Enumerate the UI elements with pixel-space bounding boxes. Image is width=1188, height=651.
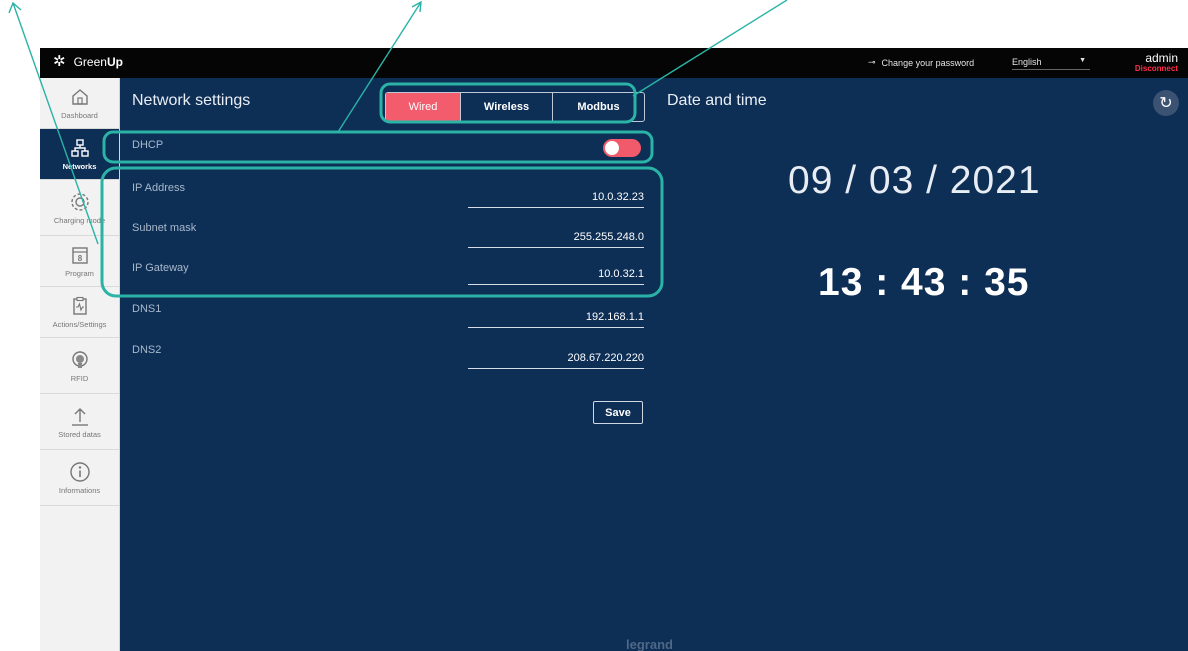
gear-logo-icon: ✲ [53,53,66,70]
disconnect-link[interactable]: Disconnect [1135,64,1178,74]
change-password-link[interactable]: ⊸ Change your password [868,57,974,68]
app-name: GreenUp [74,55,123,69]
info-icon [69,461,91,483]
sidebar-item-stored-datas[interactable]: Stored datas [40,394,119,450]
tab-modbus[interactable]: Modbus [552,93,644,121]
sidebar-item-informations[interactable]: Informations [40,450,119,506]
sidebar-item-actions-settings[interactable]: Actions/Settings [40,287,119,338]
ip-address-label: IP Address [132,182,185,194]
sidebar-item-label: Program [65,269,94,278]
dhcp-toggle[interactable] [603,139,641,157]
brand: ✲ GreenUp [53,54,123,69]
tab-wireless[interactable]: Wireless [460,93,552,121]
dns2-label: DNS2 [132,344,162,356]
key-icon: ⊸ [868,57,876,67]
network-settings-title: Network settings [132,92,251,109]
app-window: ✲ GreenUp ⊸ Change your password English… [40,48,1188,651]
clipboard-pulse-icon [69,295,91,317]
legrand-logo: legrand [626,637,673,651]
arrowhead-left [8,1,22,14]
app-name-bold: Up [106,54,123,69]
ip-address-field[interactable]: 10.0.32.23 [468,191,644,208]
ip-gateway-field[interactable]: 10.0.32.1 [468,268,644,285]
sidebar-item-label: Stored datas [58,429,101,439]
network-icon [69,137,91,159]
network-tabs: Wired Wireless Modbus [385,92,645,122]
gear-icon [69,191,91,213]
user-menu: admin Disconnect [1135,52,1178,74]
sidebar: Dashboard Networks Charging mode 8 Progr… [40,78,120,651]
home-icon [69,86,91,108]
ip-gateway-label: IP Gateway [132,262,189,274]
date-time-title: Date and time [667,92,767,109]
dns1-field[interactable]: 192.168.1.1 [468,311,644,328]
subnet-mask-field[interactable]: 255.255.248.0 [468,231,644,248]
date-display: 09 / 03 / 2021 [788,159,1041,202]
dhcp-label: DHCP [132,139,164,151]
calendar-icon: 8 [69,244,91,266]
dns2-field[interactable]: 208.67.220.220 [468,352,644,369]
sidebar-item-label: Dashboard [61,111,98,120]
sidebar-item-label: Informations [58,485,101,495]
rfid-icon [69,349,91,371]
app-name-prefix: Green [73,54,107,69]
sidebar-item-program[interactable]: 8 Program [40,236,119,287]
sidebar-item-label: Charging mode [53,215,106,225]
dns1-label: DNS1 [132,303,162,315]
sidebar-item-label: Actions/Settings [52,320,107,329]
sidebar-item-charging-mode[interactable]: Charging mode [40,180,119,236]
tab-wired[interactable]: Wired [386,93,460,121]
user-name: admin [1145,51,1178,65]
top-bar: ✲ GreenUp ⊸ Change your password English… [40,48,1188,78]
arrowhead-middle [411,0,422,13]
sidebar-item-label: RFID [70,373,89,383]
language-value: English [1012,57,1042,67]
chevron-down-icon: ▼ [1079,57,1086,64]
language-select[interactable]: English ▼ [1012,57,1090,70]
sidebar-item-rfid[interactable]: RFID [40,338,119,394]
sidebar-item-networks[interactable]: Networks [40,129,119,180]
sidebar-item-label: Networks [62,162,97,171]
upload-icon [69,405,91,427]
change-password-label: Change your password [881,57,975,68]
time-display: 13 : 43 : 35 [818,261,1030,304]
sidebar-item-dashboard[interactable]: Dashboard [40,78,119,129]
svg-text:8: 8 [77,254,82,263]
toggle-knob [605,141,619,155]
refresh-icon[interactable]: ↻ [1153,90,1179,116]
subnet-mask-label: Subnet mask [132,222,197,234]
save-button[interactable]: Save [593,401,643,424]
